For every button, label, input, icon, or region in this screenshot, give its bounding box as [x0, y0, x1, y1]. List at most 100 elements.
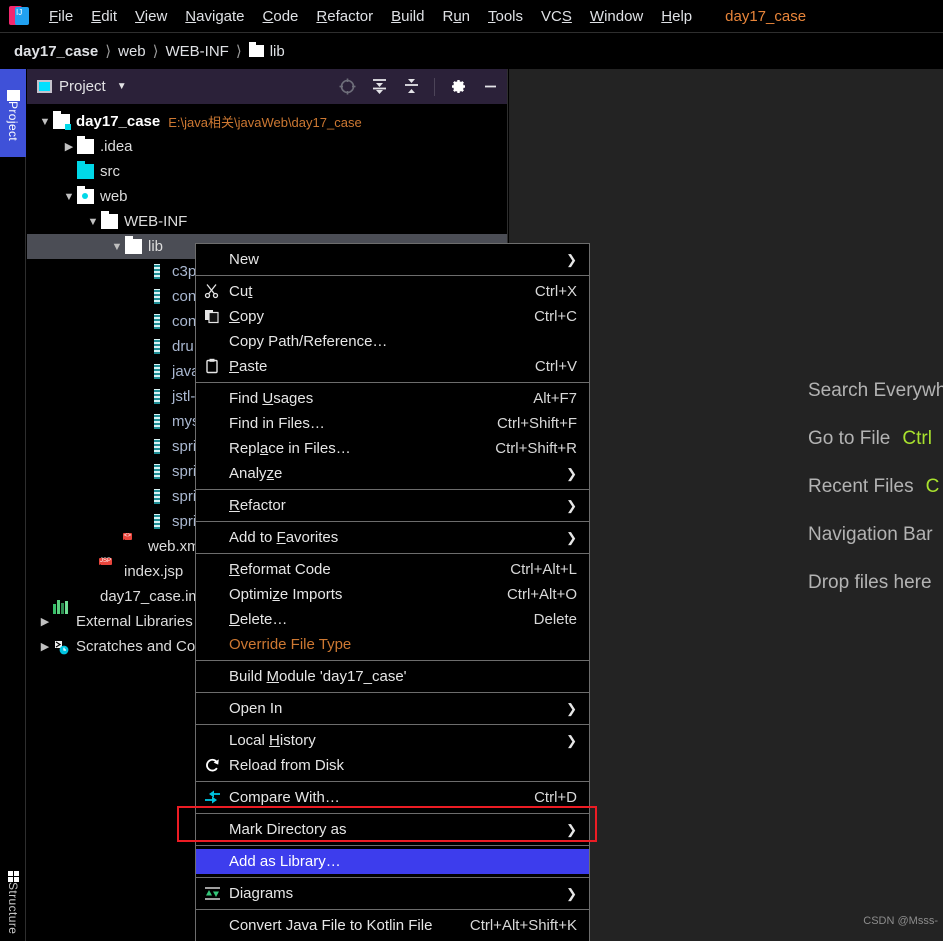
tree-node-label: External Libraries: [76, 613, 193, 630]
menu-item-label: Delete…: [229, 611, 288, 628]
menu-item-label: Add to Favorites: [229, 529, 339, 546]
menu-item-shortcut: Ctrl+Alt+O: [506, 586, 577, 603]
tree-node-src[interactable]: src: [27, 159, 507, 184]
menu-item-paste[interactable]: Paste Ctrl+V: [196, 354, 589, 379]
menu-item-shortcut: Ctrl+Alt+L: [510, 561, 577, 578]
menu-item-find-in-files[interactable]: Find in Files… Ctrl+Shift+F: [196, 411, 589, 436]
menu-item-replace-in-files[interactable]: Replace in Files… Ctrl+Shift+R: [196, 436, 589, 461]
editor-hint-drop-files-here: Drop files here: [808, 559, 943, 607]
menu-item-label: Refactor: [229, 497, 286, 514]
menu-item-override-file-type[interactable]: Override File Type: [196, 632, 589, 657]
chevron-down-icon[interactable]: ▼: [109, 241, 125, 253]
breadcrumb[interactable]: day17_case ⟩ web ⟩ WEB-INF ⟩ lib: [0, 33, 943, 69]
jar-icon: [149, 439, 166, 454]
menu-item-open-in[interactable]: Open In ❯: [196, 696, 589, 721]
chevron-down-icon[interactable]: ▼: [117, 81, 127, 92]
tool-window-strip-left: Project Structure Favorites: [0, 69, 26, 941]
tree-node-label: dru: [172, 338, 194, 355]
menu-item-cut[interactable]: Cut Ctrl+X: [196, 279, 589, 304]
reload-icon: [204, 757, 221, 774]
chevron-down-icon[interactable]: ▼: [85, 216, 101, 228]
breadcrumb-separator: ⟩: [105, 43, 112, 60]
menu-code[interactable]: Code: [254, 5, 308, 28]
sidebar-item-structure[interactable]: Structure: [0, 859, 26, 941]
menu-item-label: Analyze: [229, 465, 283, 482]
menu-item-add-to-favorites[interactable]: Add to Favorites ❯: [196, 525, 589, 550]
menu-item-shortcut: Ctrl+Shift+F: [496, 415, 577, 432]
chevron-right-icon[interactable]: ▶: [37, 640, 53, 653]
menu-item-add-as-library[interactable]: Add as Library…: [196, 849, 589, 874]
menu-item-compare-with[interactable]: Compare With… Ctrl+D: [196, 785, 589, 810]
window-project-name: day17_case: [725, 7, 807, 25]
settings-gear-icon[interactable]: [449, 78, 467, 96]
menu-item-build-module-day17-case[interactable]: Build Module 'day17_case': [196, 664, 589, 689]
menu-item-reload-from-disk[interactable]: Reload from Disk: [196, 753, 589, 778]
hide-panel-icon[interactable]: [481, 78, 499, 96]
collapse-all-icon[interactable]: [402, 78, 420, 96]
menu-build[interactable]: Build: [382, 5, 433, 28]
editor-hint-shortcut: Ctrl: [902, 428, 932, 449]
tree-node-label: web: [100, 188, 128, 205]
breadcrumb-item-web[interactable]: web: [118, 43, 146, 60]
breadcrumb-item-web-inf[interactable]: WEB-INF: [166, 43, 229, 60]
menu-item-delete[interactable]: Delete… Delete: [196, 607, 589, 632]
menu-item-optimize-imports[interactable]: Optimize Imports Ctrl+Alt+O: [196, 582, 589, 607]
menu-item-refactor[interactable]: Refactor ❯: [196, 493, 589, 518]
menu-item-analyze[interactable]: Analyze ❯: [196, 461, 589, 486]
breadcrumb-item-lib[interactable]: lib: [270, 43, 285, 60]
jar-icon: [149, 264, 166, 279]
menu-refactor[interactable]: Refactor: [307, 5, 382, 28]
menu-item-convert-java-file-to-kotlin-file[interactable]: Convert Java File to Kotlin File Ctrl+Alt…: [196, 913, 589, 938]
menu-navigate[interactable]: Navigate: [176, 5, 253, 28]
menu-item-find-usages[interactable]: Find Usages Alt+F7: [196, 386, 589, 411]
editor-hint-label: Drop files here: [808, 572, 932, 593]
tree-node-day17-case[interactable]: ▼ day17_case E:\java相关\javaWeb\day17_case: [27, 109, 507, 134]
chevron-down-icon[interactable]: ▼: [61, 191, 77, 203]
menu-item-mark-directory-as[interactable]: Mark Directory as ❯: [196, 817, 589, 842]
locate-icon[interactable]: [338, 78, 356, 96]
external-libraries-icon: [53, 600, 70, 629]
expand-all-icon[interactable]: [370, 78, 388, 96]
ide-window: IJ File Edit View Navigate Code Refactor Build…: [0, 0, 943, 941]
menu-item-copy-path-reference[interactable]: Copy Path/Reference…: [196, 329, 589, 354]
tree-node--idea[interactable]: ▶ .idea: [27, 134, 507, 159]
tree-node-path: E:\java相关\javaWeb\day17_case: [168, 115, 362, 130]
diagrams-icon: [204, 885, 221, 902]
context-menu[interactable]: New ❯ Cut Ctrl+X Copy Ctrl+C Copy Path/Referen…: [195, 243, 590, 941]
sidebar-item-project[interactable]: Project: [0, 69, 26, 157]
copy-icon: [204, 308, 221, 325]
tree-node-label: lib: [148, 238, 164, 255]
chevron-right-icon[interactable]: ▶: [37, 615, 53, 628]
menu-item-local-history[interactable]: Local History ❯: [196, 728, 589, 753]
folder-white-icon: [125, 236, 142, 254]
menu-item-new[interactable]: New ❯: [196, 247, 589, 272]
menu-item-copy[interactable]: Copy Ctrl+C: [196, 304, 589, 329]
menu-item-reformat-code[interactable]: Reformat Code Ctrl+Alt+L: [196, 557, 589, 582]
menu-run[interactable]: Run: [433, 5, 479, 28]
tree-node-label: spri: [172, 488, 197, 505]
menu-item-label: Copy: [229, 308, 265, 325]
chevron-right-icon: ❯: [566, 732, 577, 748]
tree-node-web[interactable]: ▼ web: [27, 184, 507, 209]
menu-tools[interactable]: Tools: [479, 5, 532, 28]
menu-separator: [196, 275, 589, 276]
editor-hint-label: Recent Files: [808, 476, 914, 497]
menu-window[interactable]: Window: [581, 5, 652, 28]
chevron-down-icon[interactable]: ▼: [37, 116, 53, 128]
tree-node-label: Scratches and Co: [76, 638, 196, 655]
chevron-right-icon: ❯: [566, 700, 577, 716]
tree-node-label: WEB-INF: [124, 213, 188, 230]
menu-help[interactable]: Help: [652, 5, 701, 28]
breadcrumb-item-day17-case[interactable]: day17_case: [14, 43, 98, 60]
chevron-right-icon: ❯: [566, 821, 577, 837]
menu-edit[interactable]: Edit: [82, 5, 126, 28]
menu-item-shortcut: Ctrl+X: [534, 283, 577, 300]
menu-item-diagrams[interactable]: Diagrams ❯: [196, 881, 589, 906]
tree-node-label: day17_case.im: [100, 588, 201, 605]
chevron-right-icon[interactable]: ▶: [61, 140, 77, 153]
menu-vcs[interactable]: VCS: [532, 5, 581, 28]
jar-icon: [149, 514, 166, 529]
menu-file[interactable]: File: [40, 5, 82, 28]
tree-node-web-inf[interactable]: ▼ WEB-INF: [27, 209, 507, 234]
menu-view[interactable]: View: [126, 5, 176, 28]
